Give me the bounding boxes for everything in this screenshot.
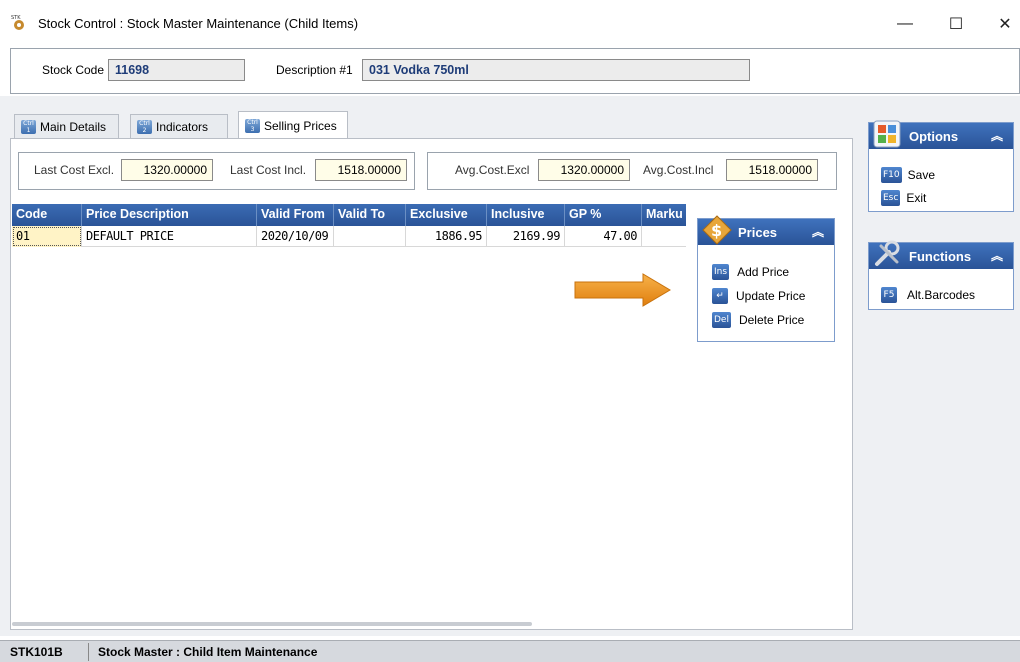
prices-panel: $ Prices ︽ Ins Add Price ↵ Update Price … [697,215,835,342]
column-header-inclusive[interactable]: Inclusive [487,204,565,226]
alt-barcodes-button[interactable]: F5 Alt.Barcodes [881,287,975,303]
cell-inclusive[interactable]: 2169.99 [487,226,565,247]
add-price-label: Add Price [737,265,790,279]
alt-barcodes-label: Alt.Barcodes [907,288,976,302]
title-bar: STK Stock Control : Stock Master Mainten… [0,0,1020,46]
grid-header: Code Price Description Valid From Valid … [12,204,686,226]
column-header-valid-to[interactable]: Valid To [334,204,406,226]
tab-main-details[interactable]: Ctrl 1 Main Details [14,114,119,138]
column-header-exclusive[interactable]: Exclusive [406,204,487,226]
column-header-price-description[interactable]: Price Description [82,204,257,226]
prices-panel-header[interactable]: $ Prices ︽ [698,215,834,245]
status-code: STK101B [10,645,63,659]
stock-code-label: Stock Code [42,63,105,77]
window-title: Stock Control : Stock Master Maintenance… [38,16,359,31]
cell-price-description[interactable]: DEFAULT PRICE [82,226,257,247]
column-header-markup[interactable]: Marku [642,204,686,226]
avg-cost-excl-field[interactable]: 1320.00000 [538,159,630,181]
tools-icon [875,240,900,266]
exit-button[interactable]: Esc Exit [881,190,926,206]
collapse-chevron-icon[interactable]: ︽ [991,247,1003,264]
minimize-button[interactable]: — [882,8,928,40]
tab-label: Selling Prices [264,119,337,133]
column-header-gp-percent[interactable]: GP % [565,204,642,226]
options-icon [873,120,901,148]
avg-cost-incl-label: Avg.Cost.Incl [643,163,714,177]
options-panel: Options ︽ F10 Save Esc Exit [868,120,1014,212]
close-button[interactable]: ✕ [982,8,1020,40]
stock-code-field[interactable]: 11698 [108,59,245,81]
column-header-code[interactable]: Code [12,204,82,226]
delete-price-button[interactable]: Del Delete Price [712,312,804,328]
enter-key-icon: ↵ [712,288,728,304]
del-key-icon: Del [712,312,731,328]
column-header-valid-from[interactable]: Valid From [257,204,334,226]
last-cost-excl-field[interactable]: 1320.00000 [121,159,213,181]
collapse-chevron-icon[interactable]: ︽ [991,127,1003,144]
delete-price-label: Delete Price [738,313,805,327]
functions-panel-title: Functions [909,249,972,264]
status-text: Stock Master : Child Item Maintenance [98,645,318,659]
tab-selling-prices[interactable]: Ctrl 3 Selling Prices [238,111,348,139]
ctrl-2-icon: Ctrl 2 [137,120,152,134]
f5-key-icon: F5 [881,287,897,303]
save-label: Save [907,168,935,182]
collapse-chevron-icon[interactable]: ︽ [812,223,824,240]
svg-text:$: $ [711,221,722,240]
table-row[interactable]: 01 DEFAULT PRICE 2020/10/09 1886.95 2169… [12,226,686,247]
tab-label: Indicators [156,120,209,134]
update-price-label: Update Price [736,289,806,303]
last-cost-incl-field[interactable]: 1518.00000 [315,159,407,181]
stk-app-icon: STK [11,15,24,30]
exit-label: Exit [906,191,927,205]
tab-indicators[interactable]: Ctrl 2 Indicators [130,114,228,138]
tab-label: Main Details [40,120,107,134]
cell-valid-to[interactable] [334,226,406,247]
cell-valid-from[interactable]: 2020/10/09 [257,226,334,247]
dollar-icon: $ [702,215,732,245]
cell-code[interactable]: 01 [12,226,82,247]
status-divider [88,643,89,661]
functions-panel-header[interactable]: Functions ︽ [869,240,1013,269]
cell-markup[interactable] [642,226,686,247]
status-bar: STK101B Stock Master : Child Item Mainte… [0,640,1020,662]
avg-cost-incl-field[interactable]: 1518.00000 [726,159,818,181]
save-button[interactable]: F10 Save [881,167,935,183]
horizontal-scrollbar[interactable] [12,622,532,626]
cell-exclusive[interactable]: 1886.95 [406,226,487,247]
ctrl-1-icon: Ctrl 1 [21,120,36,134]
update-price-button[interactable]: ↵ Update Price [712,288,805,304]
prices-panel-title: Prices [738,225,778,240]
orange-arrow-icon [574,273,671,307]
description-label: Description #1 [276,63,353,77]
avg-cost-excl-label: Avg.Cost.Excl [455,163,530,177]
add-price-button[interactable]: Ins Add Price [712,264,789,280]
options-panel-title: Options [909,129,959,144]
esc-key-icon: Esc [881,190,901,206]
prices-grid[interactable]: Code Price Description Valid From Valid … [12,204,686,624]
last-cost-incl-label: Last Cost Incl. [230,163,307,177]
functions-panel: Functions ︽ F5 Alt.Barcodes [868,240,1014,310]
maximize-button[interactable]: ☐ [933,8,979,40]
description-field[interactable]: 031 Vodka 750ml [362,59,750,81]
f10-key-icon: F10 [881,167,902,183]
ins-key-icon: Ins [712,264,730,280]
options-panel-header[interactable]: Options ︽ [869,120,1013,149]
cell-gp-percent[interactable]: 47.00 [565,226,642,247]
ctrl-3-icon: Ctrl 3 [245,119,260,133]
last-cost-excl-label: Last Cost Excl. [34,163,115,177]
